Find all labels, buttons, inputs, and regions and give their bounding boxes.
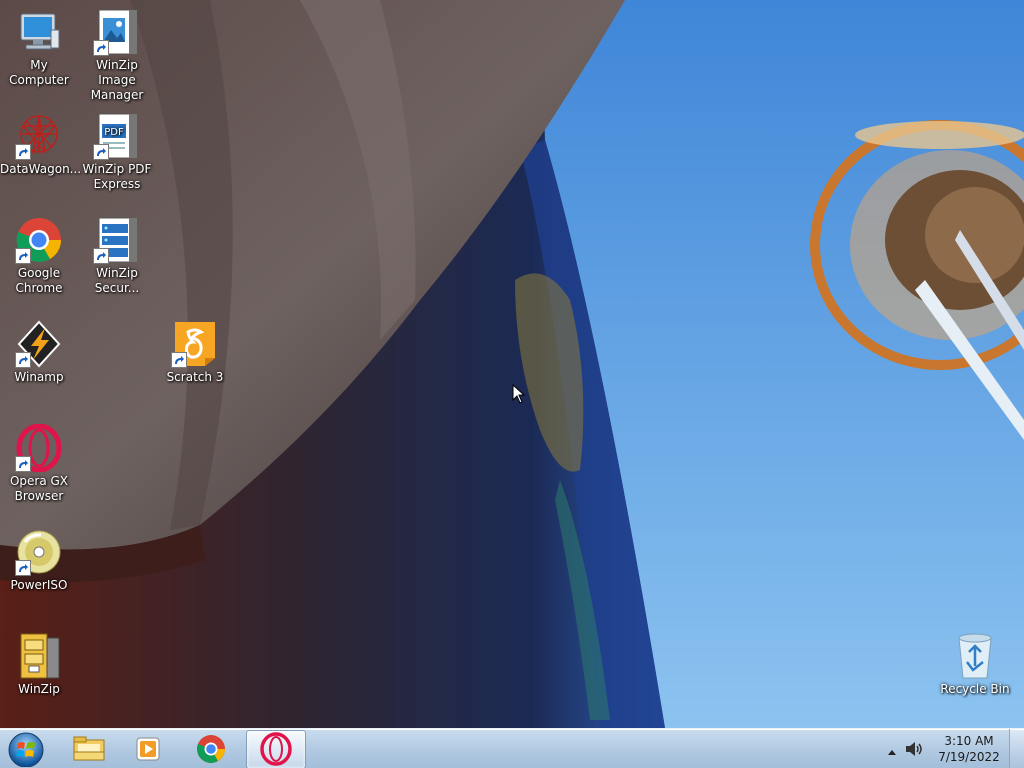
winzip-image-manager-icon (93, 8, 141, 56)
poweriso-icon (15, 528, 63, 576)
file-explorer-icon (73, 736, 105, 761)
scratch-icon (171, 320, 219, 368)
taskbar-opera-gx[interactable] (246, 730, 306, 768)
desktop-icon-opera-gx[interactable]: Opera GX Browser (0, 423, 78, 504)
desktop-icon-label: Recycle Bin (940, 682, 1010, 696)
show-desktop-button[interactable] (1009, 729, 1024, 768)
clock[interactable]: 3:10 AM 7/19/2022 (938, 733, 1000, 765)
desktop-icon-label: WinZip Image Manager (90, 58, 144, 102)
shortcut-arrow-icon (93, 248, 109, 264)
shortcut-arrow-icon (15, 144, 31, 160)
desktop-icon-scratch3[interactable]: Scratch 3 (156, 320, 234, 385)
media-player-icon (136, 737, 160, 761)
shortcut-arrow-icon (15, 248, 31, 264)
chrome-icon (197, 735, 225, 763)
computer-icon (15, 8, 63, 56)
desktop-icon-label: WinZip Secur... (94, 266, 140, 295)
shortcut-arrow-icon (93, 40, 109, 56)
shortcut-arrow-icon (15, 456, 31, 472)
desktop-icon-label: Opera GX Browser (9, 474, 69, 503)
desktop-icon-label: DataWagon... (0, 162, 82, 176)
desktop-icon-label: My Computer (9, 58, 69, 87)
desktop-icon-winzip-pdf-express[interactable]: PDF WinZip PDF Express (78, 112, 156, 192)
desktop-icon-poweriso[interactable]: PowerISO (0, 528, 78, 593)
desktop-icon-my-computer[interactable]: My Computer (0, 8, 78, 88)
taskbar-file-explorer[interactable] (60, 730, 118, 767)
desktop-icon-winzip[interactable]: WinZip (0, 632, 78, 697)
windows-orb-icon (8, 732, 44, 768)
desktop-icon-google-chrome[interactable]: Google Chrome (0, 216, 78, 296)
shortcut-arrow-icon (93, 144, 109, 160)
shortcut-arrow-icon (15, 352, 31, 368)
recycle-bin-icon (951, 632, 999, 680)
clock-date: 7/19/2022 (938, 750, 1000, 764)
shortcut-arrow-icon (15, 560, 31, 576)
desktop-icon-label: Google Chrome (15, 266, 63, 295)
desktop-icon-label: Winamp (14, 370, 64, 384)
desktop-wallpaper (0, 0, 1024, 728)
chrome-icon (15, 216, 63, 264)
desktop-icon-label: PowerISO (10, 578, 68, 592)
winzip-icon (15, 632, 63, 680)
winzip-pdf-icon: PDF (93, 112, 141, 160)
desktop-icon-label: WinZip (18, 682, 60, 696)
desktop-icon-label: WinZip PDF Express (82, 162, 152, 191)
volume-icon[interactable] (904, 740, 924, 758)
taskbar-media-player[interactable] (120, 730, 178, 767)
winzip-secure-icon (93, 216, 141, 264)
start-button[interactable] (6, 731, 46, 768)
desktop-icon-winzip-secure[interactable]: WinZip Secur... (78, 216, 156, 296)
mouse-cursor-icon (512, 383, 526, 404)
winamp-icon (15, 320, 63, 368)
taskbar: 3:10 AM 7/19/2022 (0, 728, 1024, 768)
show-hidden-icons-arrow-icon[interactable] (886, 743, 898, 755)
svg-text:PDF: PDF (104, 127, 124, 138)
system-tray: 3:10 AM 7/19/2022 (884, 729, 1024, 768)
shortcut-arrow-icon (171, 352, 187, 368)
taskbar-chrome[interactable] (182, 730, 240, 767)
clock-time: 3:10 AM (944, 734, 994, 748)
desktop-icon-label: Scratch 3 (166, 370, 224, 384)
datawagon-icon (15, 112, 63, 160)
desktop-icon-datawagon[interactable]: DataWagon... (0, 112, 82, 177)
desktop-icon-recycle-bin[interactable]: Recycle Bin (936, 632, 1014, 697)
opera-gx-icon (260, 732, 292, 766)
opera-gx-icon (15, 423, 63, 473)
desktop-icon-winamp[interactable]: Winamp (0, 320, 78, 385)
desktop-icon-winzip-image-manager[interactable]: WinZip Image Manager (78, 8, 156, 103)
